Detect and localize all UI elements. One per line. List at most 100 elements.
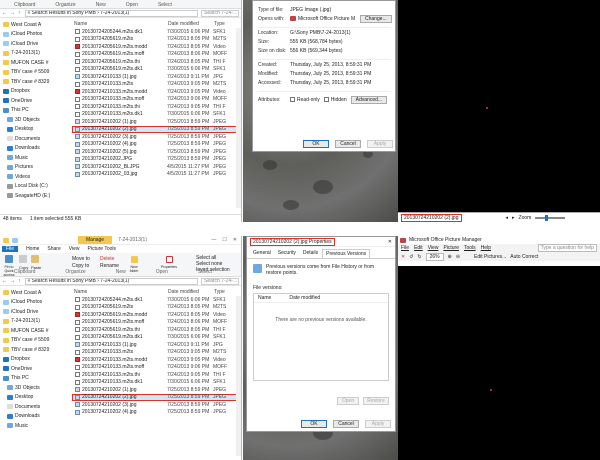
nav-item[interactable]: TBV case # 5509 [0,68,70,78]
nav-item[interactable]: 7-24-2013(1) [0,317,70,327]
nav-item[interactable]: Desktop [0,125,70,135]
file-row[interactable]: 20130724210202 (5).jpg 7/25/2013 8:59 PM J… [72,148,240,156]
tab-file[interactable]: File [2,246,19,252]
readonly-checkbox[interactable] [290,97,295,102]
nav-item[interactable]: MUFON CASE # [0,58,70,68]
tab-general[interactable]: General [250,249,274,258]
file-row[interactable]: 20130724205619.m2ts.dk1 7/30/2015 6:06 PM… [72,66,240,74]
column-date[interactable]: Date modified [168,289,214,295]
file-row[interactable]: 20130724205619.m2ts.dk1 7/30/2015 6:06 PM… [72,334,240,342]
menu-picture[interactable]: Picture [443,245,459,251]
forward-arrow-icon[interactable]: → [10,278,15,284]
nav-item[interactable]: Music [0,421,70,431]
file-row[interactable]: 20130724210133.m2ts 7/24/2013 9:05 PM M2TS [72,349,240,357]
help-search-input[interactable]: Type a question for help [537,244,597,252]
move-to-button[interactable]: Move to [72,256,90,263]
rotate-right-icon[interactable]: ↻ [417,254,421,260]
zoom-select[interactable]: 26% [425,252,444,261]
menu-edit[interactable]: Edit [414,245,423,251]
nav-item[interactable]: MUFON CASE # [0,326,70,336]
nav-item[interactable]: Videos [0,172,70,182]
nav-item[interactable]: Pictures [0,163,70,173]
tab-security[interactable]: Security [275,249,299,258]
open-button[interactable]: Open [337,397,359,405]
nav-item[interactable]: iCloud Drive [0,39,70,49]
delete-icon[interactable]: ✕ [401,254,405,260]
file-row[interactable]: 20130724210202_03.jpg 4/5/2015 11:27 PM JP… [72,171,240,179]
file-row[interactable]: 20130724210202.JPG 7/25/2013 8:59 PM JPEG [72,156,240,164]
edit-pictures-button[interactable]: Edit Pictures... [474,254,506,260]
file-row[interactable]: 20130724210133.m2ts.moff 7/24/2013 9:06 P… [72,96,240,104]
nav-item[interactable]: iCloud Photos [0,298,70,308]
file-row[interactable]: 20130724210133 (1).jpg 7/24/2013 9:11 PM J… [72,341,240,349]
nav-item[interactable]: Local Disk (C:) [0,182,70,192]
address-bar[interactable]: « Search Results in Sony PMB › 7-24-2013… [24,9,198,17]
column-type[interactable]: Type [214,21,240,27]
nav-item[interactable]: TBV case # 8329 [0,77,70,87]
file-row[interactable]: 20130724205619.m2ts 7/24/2013 8:05 PM M2TS [72,36,240,44]
tab-home[interactable]: Home [26,246,39,252]
column-date[interactable]: Date modified [168,21,214,27]
nav-item[interactable]: iCloud Drive [0,307,70,317]
nav-item[interactable]: West Coast A [0,20,70,30]
column-name[interactable]: Name [72,21,168,27]
file-row[interactable]: 20130724210133.m2ts.thi 7/24/2013 9:05 PM… [72,103,240,111]
search-input[interactable]: Search 7-24-... [201,277,239,285]
hidden-checkbox[interactable] [323,97,329,102]
nav-item[interactable]: West Coast A [0,288,70,298]
file-row[interactable]: 20130724210202 (2).jpg 7/25/2013 8:59 PM J… [72,125,240,133]
nav-item[interactable]: This PC [0,374,70,384]
nav-item[interactable]: Documents [0,134,70,144]
file-row[interactable]: 20130724210133.m2ts.thi 7/24/2013 9:05 PM… [72,371,240,379]
tab-details[interactable]: Details [300,249,321,258]
file-row[interactable]: 20130724205619.m2ts.thi 7/24/2013 8:05 PM… [72,58,240,66]
close-icon[interactable]: ✕ [233,237,237,243]
file-row[interactable]: 20130724210202 (3).jpg 7/25/2013 8:59 PM J… [72,401,240,409]
maximize-icon[interactable]: ☐ [222,237,226,243]
nav-item[interactable]: Downloads [0,412,70,422]
change-button[interactable]: Change... [360,14,392,23]
nav-item[interactable]: 7-24-2013(1) [0,49,70,59]
menu-help[interactable]: Help [481,245,491,251]
nav-item[interactable]: Music [0,153,70,163]
menu-tools[interactable]: Tools [464,245,476,251]
file-row[interactable]: 20130724205619.m2ts.moff 7/24/2013 8:06 P… [72,319,240,327]
nav-item[interactable]: 3D Objects [0,383,70,393]
nav-item[interactable]: TBV case # 5509 [0,336,70,346]
zoom-slider[interactable] [535,214,566,221]
ok-button[interactable]: OK [301,420,327,428]
rotate-icon[interactable]: ↺ [409,254,413,260]
properties-button[interactable]: Properties [160,256,178,269]
back-arrow-icon[interactable]: ← [2,10,7,16]
file-row[interactable]: 20130724205619.m2ts.modd 7/24/2013 8:05 P… [72,43,240,51]
file-row[interactable]: 20130724210133.m2ts.modd 7/24/2013 9:05 P… [72,356,240,364]
nav-item[interactable]: TBV case # 8329 [0,345,70,355]
nav-item[interactable]: Downloads [0,144,70,154]
prev-arrow-icon[interactable]: ◂ [506,215,509,221]
file-row[interactable]: 20130724210133 (1).jpg 7/24/2013 9:11 PM J… [72,73,240,81]
manage-tab[interactable]: Manage [78,236,113,244]
delete-button[interactable]: Delete [100,256,119,263]
versions-list[interactable]: Name Date modified There are no previous… [253,293,389,381]
cancel-button[interactable]: Cancel [333,420,359,428]
file-row[interactable]: 20130724205619.m2ts 7/24/2013 8:05 PM M2TS [72,304,240,312]
file-row[interactable]: 20130724210202 (4).jpg 7/25/2013 8:59 PM J… [72,141,240,149]
file-row[interactable]: 20130724210133.m2ts.modd 7/24/2013 9:05 P… [72,88,240,96]
advanced-button[interactable]: Advanced... [350,95,388,104]
scrollbar[interactable] [236,28,241,208]
next-arrow-icon[interactable]: ▸ [512,215,515,221]
nav-item[interactable]: Documents [0,402,70,412]
nav-item[interactable]: SeagateHD (E:) [0,191,70,201]
menu-file[interactable]: File [401,245,409,251]
file-row[interactable]: 20130724205619.m2ts.thi 7/24/2013 8:05 PM… [72,326,240,334]
file-row[interactable]: 20130724210202 (2).jpg 7/25/2013 8:59 PM J… [72,393,240,401]
tab-view[interactable]: View [69,246,80,252]
file-row[interactable]: 20130724210133.m2ts 7/24/2013 9:05 PM M2TS [72,81,240,89]
apply-button[interactable]: Apply [365,420,391,428]
file-row[interactable]: 20130724205244.m2ts.dk1 7/30/2015 6:06 PM… [72,28,240,36]
nav-item[interactable]: OneDrive [0,96,70,106]
tab-share[interactable]: Share [47,246,60,252]
nav-item[interactable]: 3D Objects [0,115,70,125]
file-row[interactable]: 20130724205244.m2ts.dk1 7/30/2015 6:06 PM… [72,296,240,304]
nav-item[interactable]: iCloud Photos [0,30,70,40]
